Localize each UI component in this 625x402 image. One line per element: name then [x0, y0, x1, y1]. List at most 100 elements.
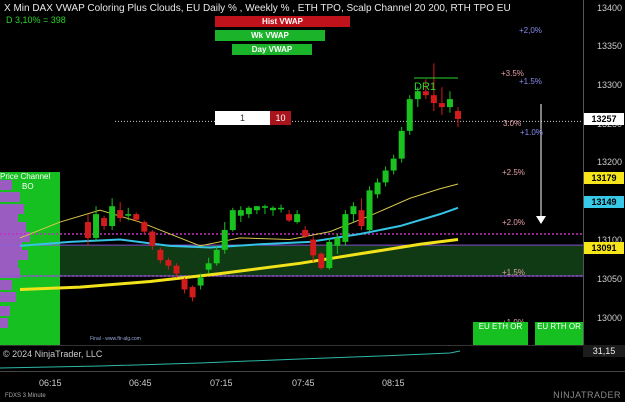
candle-body	[261, 206, 268, 208]
candle-body	[253, 206, 260, 211]
price-tick: 13000	[596, 313, 622, 323]
candle-body	[350, 206, 357, 215]
time-tick: 08:15	[382, 378, 405, 388]
candle-body	[438, 103, 445, 108]
candle-body	[213, 249, 220, 264]
volume-profile-bar	[0, 292, 16, 302]
candle-body	[455, 111, 461, 119]
candle-body	[205, 263, 212, 270]
chart-trader-order-box[interactable]: 1 10	[215, 111, 291, 125]
order-quantity[interactable]: 1	[215, 111, 270, 125]
candle-body	[430, 95, 437, 104]
volume-profile-bar	[0, 280, 12, 290]
candle-body	[278, 207, 285, 210]
volume-profile-bar	[0, 222, 26, 232]
d-range-label: D 3,10% = 398	[6, 15, 66, 25]
candle-body	[334, 237, 341, 246]
candle-body	[358, 210, 365, 227]
price-tag-cyan: 13149	[584, 196, 624, 208]
candle-body	[125, 214, 132, 216]
candle-body	[141, 222, 148, 232]
copyright-text: Final - www.ftr-alg.com	[90, 336, 141, 342]
pct-label: 3.0%	[503, 119, 522, 128]
hist-vwap-button[interactable]: Hist VWAP	[215, 16, 350, 27]
candle-body	[85, 222, 91, 238]
price-tick: 13300	[596, 80, 622, 90]
time-tick: 07:45	[292, 378, 315, 388]
price-tick: 13400	[596, 3, 622, 13]
candle-body	[197, 277, 204, 286]
candle-body	[374, 182, 381, 195]
wk-vwap-button[interactable]: Wk VWAP	[215, 30, 325, 41]
price-tick: 13350	[596, 41, 622, 51]
day-vwap-button[interactable]: Day VWAP	[232, 44, 312, 55]
candle-body	[181, 279, 188, 290]
candle-body	[173, 265, 180, 274]
candle-body	[245, 207, 252, 215]
candle-body	[446, 99, 453, 108]
instrument-label: FDXS 3 Minute	[5, 393, 46, 399]
candle-body	[326, 241, 333, 269]
volume-profile-bar	[0, 258, 18, 268]
pct-label: +1.5%	[519, 77, 542, 86]
price-tag-yellow: 13179	[584, 172, 624, 184]
price-tag-vwap: 13091	[584, 242, 624, 254]
time-tick: 06:15	[39, 378, 62, 388]
volume-profile-bar	[0, 306, 10, 316]
candle-body	[294, 214, 301, 223]
candle-body	[221, 230, 228, 250]
price-tick: 13050	[596, 274, 622, 284]
price-axis[interactable]: 13400 13350 13300 13250 13200 13150 1310…	[583, 0, 625, 345]
candle-body	[366, 190, 373, 230]
price-channel-label: Price Channel	[0, 172, 51, 181]
candle-body	[342, 214, 349, 242]
oscillator-label: © 2024 NinjaTrader, LLC	[3, 349, 103, 359]
price-tick: 13200	[596, 157, 622, 167]
candle-body	[270, 207, 276, 211]
candle-body	[390, 158, 397, 171]
candle-body	[398, 130, 405, 159]
candle-body	[406, 99, 413, 131]
candle-body	[189, 287, 196, 298]
pct-label: +1.0%	[520, 128, 543, 137]
oscillator-panel[interactable]: © 2024 NinjaTrader, LLC	[0, 345, 583, 372]
oscillator-value-tag: 31,15	[583, 345, 625, 357]
candle-body	[117, 210, 124, 219]
eu-rth-or-box: EU RTH OR	[535, 322, 583, 345]
price-chart-panel[interactable]: X Min DAX VWAP Coloring Plus Clouds, EU …	[0, 0, 583, 345]
eu-eth-or-box: EU ETH OR	[473, 322, 528, 345]
volume-profile-bar	[0, 180, 12, 190]
candle-body	[229, 210, 236, 230]
candle-body	[318, 253, 325, 269]
volume-profile-bar	[0, 318, 8, 328]
dr1-label: DR1	[414, 81, 437, 93]
candle-body	[302, 230, 309, 237]
candle-body	[310, 239, 317, 256]
time-tick: 07:15	[210, 378, 233, 388]
candle-body	[165, 260, 172, 266]
candle-body	[157, 249, 164, 261]
pct-label: +2.0%	[502, 218, 525, 227]
target-arrow-head	[536, 216, 546, 224]
order-price-offset[interactable]: 10	[270, 111, 291, 125]
time-tick: 06:45	[129, 378, 152, 388]
volume-profile-bar	[0, 192, 20, 202]
candle-body	[133, 214, 140, 220]
ninjatrader-logo: NINJATRADER	[553, 390, 621, 400]
price-channel-bo-label: BO	[22, 182, 34, 191]
candle-body	[382, 170, 389, 183]
last-price-tag: 13257	[584, 113, 624, 125]
pct-label: +2.5%	[502, 168, 525, 177]
candle-body	[286, 214, 293, 221]
candle-body	[109, 206, 116, 227]
candle-body	[149, 231, 156, 246]
pct-label: +1.5%	[502, 268, 525, 277]
chart-title: X Min DAX VWAP Coloring Plus Clouds, EU …	[4, 3, 511, 14]
candle-body	[101, 218, 108, 227]
pct-label: +2,0%	[519, 26, 542, 35]
candle-body	[237, 210, 244, 216]
volume-profile-bar	[0, 204, 24, 214]
time-axis[interactable]: 06:15 06:45 07:15 07:45 08:15	[0, 371, 625, 392]
vwap-cloud-band	[0, 245, 583, 276]
candle-body	[93, 214, 100, 238]
